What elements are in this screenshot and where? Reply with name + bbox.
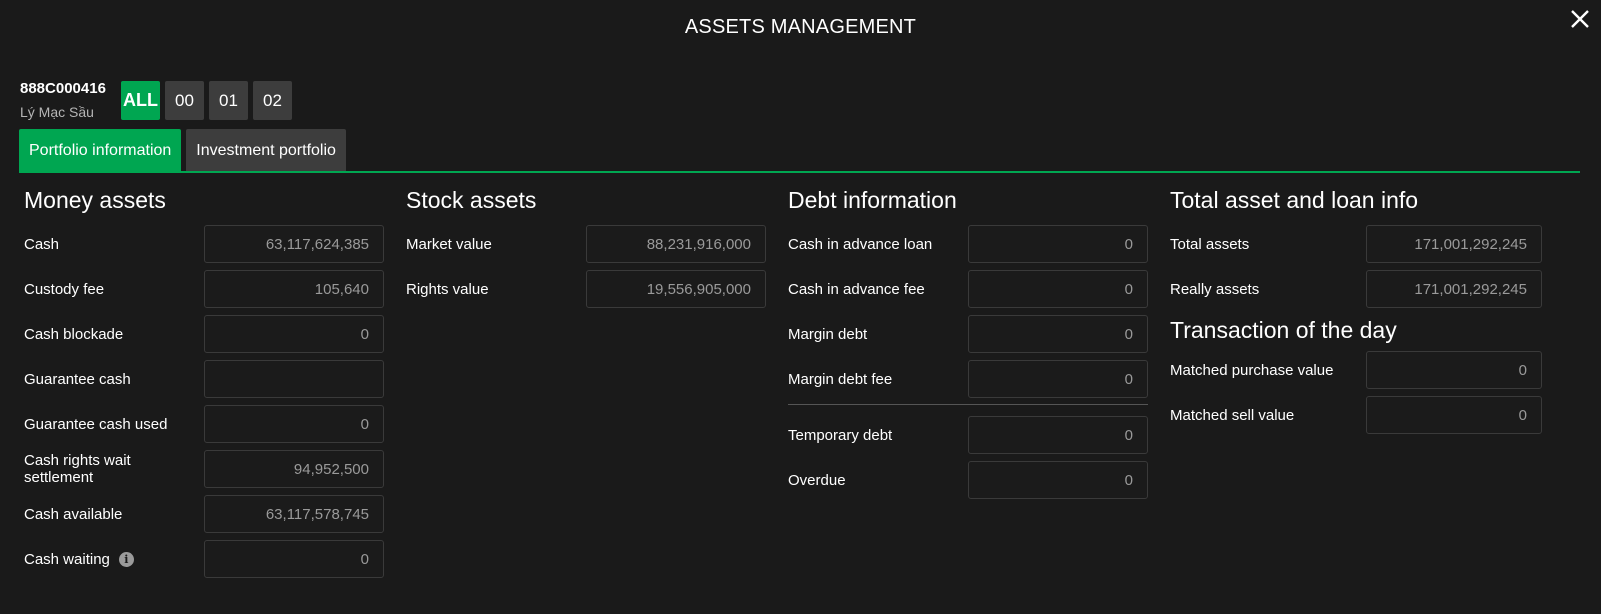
guarantee-cash-used-value-field: 0 — [204, 405, 384, 443]
close-icon[interactable] — [1567, 6, 1593, 32]
account-name: Lý Mạc Sầu — [20, 104, 94, 120]
row-label: Really assets — [1170, 280, 1260, 298]
section-title: Total asset and loan info — [1170, 187, 1419, 213]
tab-investment-portfolio[interactable]: Investment portfolio — [186, 129, 346, 172]
modal-title: ASSETS MANAGEMENT — [684, 16, 917, 38]
debt-row-margin-debt: Margin debt 0 — [788, 314, 1148, 354]
section-title: Money assets — [24, 187, 166, 213]
row-label: Matched sell value — [1170, 406, 1295, 424]
section-title: Stock assets — [406, 187, 537, 213]
money-row-cash-blockade: Cash blockade 0 — [24, 314, 384, 354]
row-label: Market value — [406, 235, 492, 253]
cash-rights-wait-settlement-value-field: 94,952,500 — [204, 450, 384, 488]
row-label-with-icon: Cash waiting i — [24, 551, 134, 568]
cash-available-value-field: 63,117,578,745 — [204, 495, 384, 533]
stock-row-market-value: Market value 88,231,916,000 — [406, 224, 766, 264]
matched-sell-value-field: 0 — [1366, 396, 1542, 434]
row-label: Guarantee cash — [24, 370, 131, 388]
total-row-really-assets: Really assets 171,001,292,245 — [1170, 269, 1542, 309]
row-label: Cash rights wait settlement — [24, 452, 131, 486]
section-divider — [788, 404, 1148, 405]
row-label: Cash waiting — [24, 550, 110, 568]
row-label: Cash in advance fee — [788, 280, 925, 298]
row-label: Cash available — [24, 505, 123, 523]
debt-row-overdue: Overdue 0 — [788, 460, 1148, 500]
account-id: 888C000416 — [20, 80, 106, 97]
sub-account-all-button[interactable]: ALL — [121, 81, 160, 120]
cash-waiting-value-field: 0 — [204, 540, 384, 578]
money-row-guarantee-cash: Guarantee cash — [24, 359, 384, 399]
total-asset-section: Total asset and loan info Total assets 1… — [1170, 184, 1542, 440]
row-label: Total assets — [1170, 235, 1250, 253]
money-row-cash-available: Cash available 63,117,578,745 — [24, 494, 384, 534]
debt-information-section: Debt information Cash in advance loan 0 … — [788, 184, 1148, 505]
row-label: Margin debt — [788, 325, 868, 343]
temporary-debt-value-field: 0 — [968, 416, 1148, 454]
margin-debt-value-field: 0 — [968, 315, 1148, 353]
stock-assets-section: Stock assets Market value 88,231,916,000… — [406, 184, 766, 314]
custody-fee-value-field: 105,640 — [204, 270, 384, 308]
row-label: Cash — [24, 235, 60, 253]
overdue-value-field: 0 — [968, 461, 1148, 499]
matched-purchase-value-field: 0 — [1366, 351, 1542, 389]
tab-underline — [19, 171, 1580, 173]
account-info: 888C000416 Lý Mạc Sầu — [20, 80, 106, 120]
money-row-guarantee-cash-used: Guarantee cash used 0 — [24, 404, 384, 444]
tab-portfolio-information[interactable]: Portfolio information — [19, 129, 182, 172]
debt-row-temporary-debt: Temporary debt 0 — [788, 415, 1148, 455]
stock-row-rights-value: Rights value 19,556,905,000 — [406, 269, 766, 309]
row-label: Overdue — [788, 471, 846, 489]
money-row-cash-rights-wait-settlement: Cash rights wait settlement 94,952,500 — [24, 449, 384, 489]
row-label: Rights value — [406, 280, 489, 298]
guarantee-cash-value-field — [204, 360, 384, 398]
rights-value-field: 19,556,905,000 — [586, 270, 766, 308]
cash-in-advance-loan-value-field: 0 — [968, 225, 1148, 263]
main-tabs: Portfolio information Investment portfol… — [19, 129, 346, 172]
row-label: Matched purchase value — [1170, 361, 1334, 379]
section-title: Debt information — [788, 187, 957, 213]
money-row-cash-waiting: Cash waiting i 0 — [24, 539, 384, 579]
money-row-custody-fee: Custody fee 105,640 — [24, 269, 384, 309]
row-label: Custody fee — [24, 280, 105, 298]
total-assets-value-field: 171,001,292,245 — [1366, 225, 1542, 263]
debt-row-cash-in-advance-loan: Cash in advance loan 0 — [788, 224, 1148, 264]
margin-debt-fee-value-field: 0 — [968, 360, 1148, 398]
really-assets-value-field: 171,001,292,245 — [1366, 270, 1542, 308]
transaction-row-matched-purchase: Matched purchase value 0 — [1170, 350, 1542, 390]
debt-row-cash-in-advance-fee: Cash in advance fee 0 — [788, 269, 1148, 309]
cash-blockade-value-field: 0 — [204, 315, 384, 353]
sub-account-tabs: ALL 00 01 02 — [121, 81, 292, 120]
sub-account-00-button[interactable]: 00 — [165, 81, 204, 120]
market-value-field: 88,231,916,000 — [586, 225, 766, 263]
cash-value-field: 63,117,624,385 — [204, 225, 384, 263]
sub-account-02-button[interactable]: 02 — [253, 81, 292, 120]
money-row-cash: Cash 63,117,624,385 — [24, 224, 384, 264]
row-label: Guarantee cash used — [24, 415, 168, 433]
row-label: Cash blockade — [24, 325, 124, 343]
transaction-row-matched-sell: Matched sell value 0 — [1170, 395, 1542, 435]
cash-in-advance-fee-value-field: 0 — [968, 270, 1148, 308]
total-row-total-assets: Total assets 171,001,292,245 — [1170, 224, 1542, 264]
section-title: Transaction of the day — [1170, 317, 1397, 343]
sub-account-01-button[interactable]: 01 — [209, 81, 248, 120]
row-label: Margin debt fee — [788, 370, 893, 388]
row-label: Cash in advance loan — [788, 235, 933, 253]
row-label: Temporary debt — [788, 426, 893, 444]
info-icon[interactable]: i — [118, 551, 134, 567]
debt-row-margin-debt-fee: Margin debt fee 0 — [788, 359, 1148, 399]
money-assets-section: Money assets Cash 63,117,624,385 Custody… — [24, 184, 384, 584]
